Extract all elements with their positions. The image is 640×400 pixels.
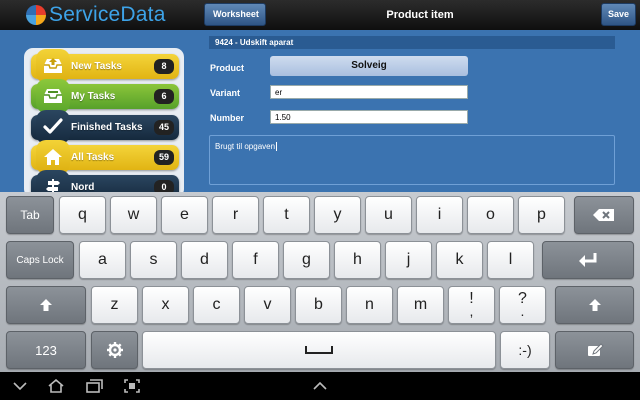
key-i[interactable]: i — [416, 196, 463, 234]
key-q[interactable]: q — [59, 196, 106, 234]
count-badge: 8 — [154, 59, 174, 74]
app-logo: ServiceData — [26, 3, 166, 27]
sidebar-item-label: My Tasks — [71, 91, 116, 102]
main-content: New Tasks 8 My Tasks 6 Finished Tasks 45… — [0, 30, 640, 192]
home-icon — [36, 140, 70, 174]
sidebar-item-label: Nord — [71, 182, 95, 192]
action-bar: ServiceData Worksheet Product item Save — [0, 0, 640, 30]
save-button[interactable]: Save — [601, 3, 636, 26]
notes-text: Brugt til opgaven — [215, 142, 276, 151]
count-badge: 59 — [154, 150, 174, 165]
key-y[interactable]: y — [314, 196, 361, 234]
key-n[interactable]: n — [346, 286, 393, 324]
screenshot-button[interactable] — [122, 379, 142, 393]
worksheet-back-button[interactable]: Worksheet — [204, 3, 266, 26]
key-question[interactable]: ? . — [499, 286, 546, 324]
key-z[interactable]: z — [91, 286, 138, 324]
logo-text: ServiceData — [49, 3, 166, 26]
chevron-up-icon — [313, 381, 327, 390]
key-space[interactable] — [142, 331, 496, 369]
key-g[interactable]: g — [283, 241, 330, 279]
key-tab[interactable]: Tab — [6, 196, 54, 234]
screenshot-icon — [124, 379, 140, 393]
task-header: 9424 - Udskift aparat — [209, 36, 615, 49]
inbox-tray-icon — [36, 79, 70, 113]
count-badge: 0 — [154, 180, 174, 192]
sidebar-item-label: Finished Tasks — [71, 122, 143, 133]
sidebar-item-my-tasks[interactable]: My Tasks 6 — [31, 79, 179, 113]
key-exclamation[interactable]: ! , — [448, 286, 495, 324]
product-select-button[interactable]: Solveig — [270, 56, 468, 76]
key-e[interactable]: e — [161, 196, 208, 234]
sidebar-item-new-tasks[interactable]: New Tasks 8 — [31, 49, 179, 83]
sidebar-item-label: New Tasks — [71, 61, 122, 72]
count-badge: 6 — [154, 89, 174, 104]
key-w[interactable]: w — [110, 196, 157, 234]
key-123[interactable]: 123 — [6, 331, 86, 369]
sidebar-item-label: All Tasks — [71, 152, 115, 163]
key-backspace[interactable] — [574, 196, 634, 234]
key-s[interactable]: s — [130, 241, 177, 279]
key-j[interactable]: j — [385, 241, 432, 279]
key-smiley[interactable]: :-) — [500, 331, 550, 369]
sidebar-item-nord[interactable]: Nord 0 — [31, 170, 179, 192]
checkmark-icon — [36, 110, 70, 144]
number-field[interactable]: 1.50 — [270, 110, 468, 124]
key-t[interactable]: t — [263, 196, 310, 234]
key-d[interactable]: d — [181, 241, 228, 279]
system-navigation-bar — [0, 372, 640, 400]
key-k[interactable]: k — [436, 241, 483, 279]
page-title: Product item — [386, 9, 454, 21]
product-label: Product — [210, 63, 245, 73]
recent-apps-icon — [86, 379, 103, 393]
key-m[interactable]: m — [397, 286, 444, 324]
hide-keyboard-button[interactable] — [12, 379, 28, 393]
home-outline-icon — [48, 379, 64, 393]
shift-icon — [40, 299, 52, 311]
key-sub-char: . — [520, 303, 525, 319]
key-r[interactable]: r — [212, 196, 259, 234]
menu-up-button[interactable] — [312, 379, 328, 393]
backspace-icon — [593, 209, 614, 221]
sidebar-item-finished-tasks[interactable]: Finished Tasks 45 — [31, 110, 179, 144]
recent-apps-button[interactable] — [84, 379, 104, 393]
key-c[interactable]: c — [193, 286, 240, 324]
key-shift-left[interactable] — [6, 286, 86, 324]
key-a[interactable]: a — [79, 241, 126, 279]
count-badge: 45 — [154, 120, 174, 135]
inbox-upload-icon — [36, 49, 70, 83]
key-caps-lock[interactable]: Caps Lock — [6, 241, 74, 279]
key-v[interactable]: v — [244, 286, 291, 324]
key-u[interactable]: u — [365, 196, 412, 234]
shift-icon — [588, 299, 601, 311]
key-enter[interactable] — [542, 241, 634, 279]
sidebar: New Tasks 8 My Tasks 6 Finished Tasks 45… — [24, 48, 184, 192]
key-b[interactable]: b — [295, 286, 342, 324]
notes-textarea[interactable]: Brugt til opgaven — [209, 135, 615, 185]
key-clipboard[interactable] — [555, 331, 634, 369]
logo-mark-icon — [26, 5, 46, 25]
number-label: Number — [210, 113, 245, 123]
text-cursor — [276, 142, 278, 151]
key-p[interactable]: p — [518, 196, 565, 234]
space-icon — [305, 346, 333, 354]
key-sub-char: , — [469, 303, 474, 319]
key-shift-right[interactable] — [555, 286, 634, 324]
clipboard-edit-icon — [587, 343, 604, 356]
key-x[interactable]: x — [142, 286, 189, 324]
variant-label: Variant — [210, 88, 241, 98]
sidebar-item-all-tasks[interactable]: All Tasks 59 — [31, 140, 179, 174]
key-f[interactable]: f — [232, 241, 279, 279]
home-button[interactable] — [46, 379, 66, 393]
on-screen-keyboard: Tab q w e r t y u i o p Caps Lock a s d … — [0, 192, 640, 372]
key-settings[interactable] — [91, 331, 138, 369]
variant-field[interactable]: er — [270, 85, 468, 99]
enter-icon — [579, 253, 597, 267]
signpost-icon — [36, 170, 70, 192]
key-o[interactable]: o — [467, 196, 514, 234]
gear-icon — [106, 342, 123, 358]
key-l[interactable]: l — [487, 241, 534, 279]
chevron-down-icon — [13, 382, 27, 391]
key-h[interactable]: h — [334, 241, 381, 279]
